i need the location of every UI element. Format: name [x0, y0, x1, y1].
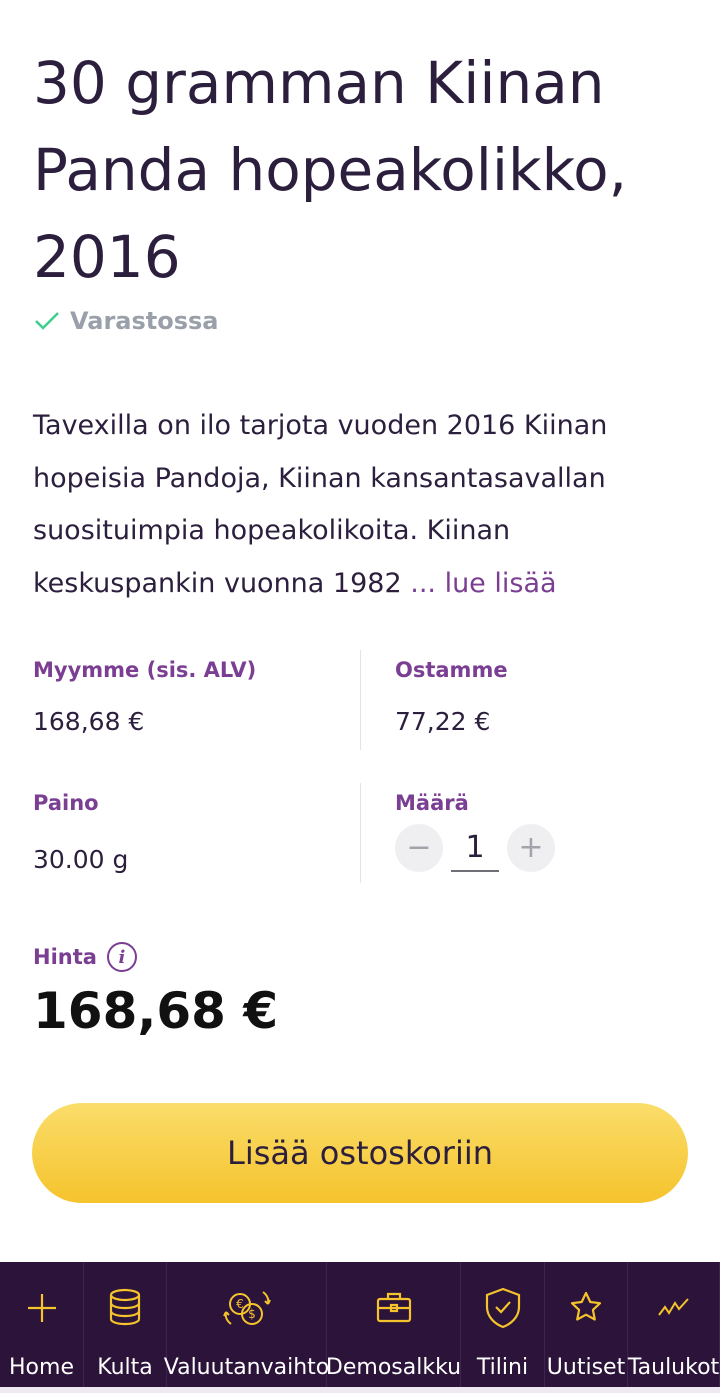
quantity-decrease-button[interactable]: −: [395, 824, 443, 872]
nav-label-kulta: Kulta: [97, 1355, 153, 1380]
stock-status: Varastossa: [34, 304, 219, 338]
product-description: Tavexilla on ilo tarjota vuoden 2016 Kii…: [33, 400, 693, 610]
add-to-cart-button[interactable]: Lisää ostoskoriin: [32, 1103, 688, 1203]
svg-text:$: $: [248, 1307, 256, 1321]
bottom-navigation: Home Kulta € $ Valuutanvaihto Demosalkku…: [0, 1262, 720, 1393]
nav-item-kulta[interactable]: Kulta: [84, 1262, 167, 1387]
star-icon: [568, 1287, 604, 1329]
price-label-row: Hinta i: [33, 940, 137, 974]
info-icon[interactable]: i: [106, 942, 137, 972]
buy-price-label: Ostamme: [395, 658, 508, 682]
nav-item-demosalkku[interactable]: Demosalkku: [325, 1262, 462, 1387]
nav-label-uutiset: Uutiset: [546, 1355, 626, 1380]
nav-item-home[interactable]: Home: [0, 1262, 84, 1387]
coin-stack-icon: [108, 1287, 142, 1329]
sell-price-value: 168,68 €: [33, 707, 145, 736]
nav-label-demosalkku: Demosalkku: [325, 1355, 462, 1380]
currency-exchange-icon: € $: [222, 1287, 271, 1329]
briefcase-icon: [376, 1287, 412, 1329]
nav-item-valuutanvaihto[interactable]: € $ Valuutanvaihto: [163, 1262, 330, 1387]
weight-label: Paino: [33, 791, 99, 815]
nav-label-home: Home: [9, 1355, 74, 1380]
check-icon: [34, 310, 60, 332]
nav-item-uutiset[interactable]: Uutiset: [545, 1262, 628, 1387]
quantity-input[interactable]: 1: [451, 824, 499, 872]
column-divider: [360, 783, 361, 883]
read-more-link[interactable]: ... lue lisää: [410, 568, 556, 599]
total-price: 168,68 €: [33, 982, 279, 1040]
column-divider: [360, 650, 361, 750]
chart-line-icon: [656, 1287, 692, 1329]
product-title: 30 gramman Kiinan Panda hopeakolikko, 20…: [33, 49, 628, 291]
stock-status-label: Varastossa: [70, 307, 219, 335]
nav-label-valuutanvaihto: Valuutanvaihto: [163, 1355, 330, 1380]
sell-price-label: Myymme (sis. ALV): [33, 658, 257, 682]
nav-item-taulukot[interactable]: Taulukot: [628, 1262, 720, 1387]
price-label: Hinta: [33, 945, 97, 969]
nav-item-tilini[interactable]: Tilini: [461, 1262, 545, 1387]
buy-price-value: 77,22 €: [395, 707, 491, 736]
quantity-stepper: − 1 +: [395, 824, 555, 872]
nav-label-taulukot: Taulukot: [627, 1355, 720, 1380]
quantity-increase-button[interactable]: +: [507, 824, 555, 872]
weight-value: 30.00 g: [33, 845, 129, 874]
nav-label-tilini: Tilini: [476, 1355, 529, 1380]
quantity-label: Määrä: [395, 791, 469, 815]
plus-icon: [27, 1287, 57, 1329]
product-details: Myymme (sis. ALV) 168,68 € Ostamme 77,22…: [0, 645, 720, 911]
nav-bottom-strip: [0, 1387, 720, 1393]
shield-check-icon: [485, 1287, 521, 1329]
svg-text:€: €: [236, 1297, 244, 1311]
